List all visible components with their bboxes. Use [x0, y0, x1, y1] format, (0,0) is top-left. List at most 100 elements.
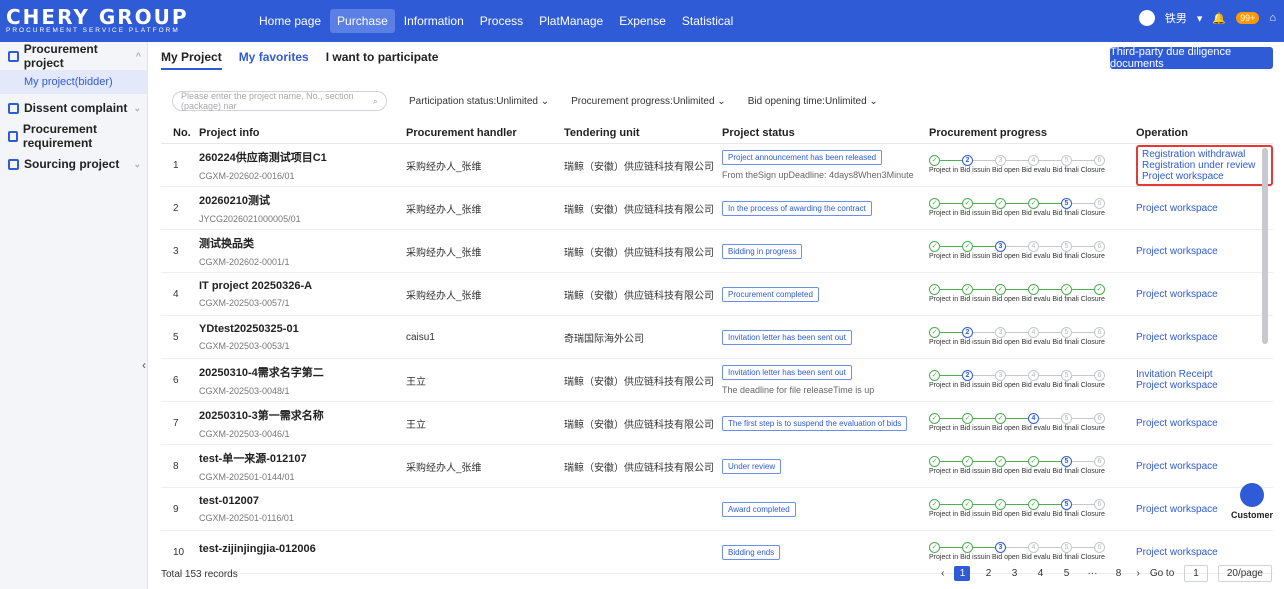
nav-process[interactable]: Process	[473, 9, 530, 33]
sidebar-item-label: Procurement requirement	[22, 122, 97, 150]
status-badge: Procurement completed	[722, 286, 819, 302]
table-row: 4 IT project 20250326-A CGXM-202503-0057/1…	[161, 273, 1273, 316]
project-name[interactable]: test-012007	[199, 495, 406, 507]
page-3[interactable]: 3	[1006, 568, 1022, 579]
bell-icon[interactable]: 🔔	[1212, 12, 1226, 25]
page-8[interactable]: 8	[1110, 568, 1126, 579]
search-input[interactable]: Please enter the project name, No., sect…	[172, 91, 387, 111]
check-icon: ✓	[995, 198, 1006, 210]
page-1[interactable]: 1	[954, 566, 971, 581]
progress-steps: ✓ ✓ ✓ ✓ 5 6	[929, 499, 1136, 511]
project-info: test-012007 CGXM-202501-0116/01	[199, 495, 406, 523]
page-ellipsis[interactable]: ···	[1084, 568, 1100, 579]
check-icon: ✓	[929, 370, 940, 382]
sidebar-item-procurement-project[interactable]: Procurement project ^	[0, 42, 147, 70]
progress-connector	[940, 547, 962, 549]
prev-page-icon[interactable]: ‹	[941, 568, 944, 579]
progress-connector	[1039, 160, 1061, 162]
operation-link[interactable]: Project workspace	[1136, 547, 1273, 558]
participation-filter[interactable]: Participation status:Unlimited ⌄	[409, 96, 549, 107]
avatar[interactable]	[1138, 10, 1155, 26]
due-diligence-button[interactable]: Third-party due diligence documents	[1110, 46, 1273, 70]
filter-bar: Please enter the project name, No., sect…	[172, 91, 878, 111]
sidebar-item-procurement-requirement[interactable]: Procurement requirement	[0, 122, 147, 150]
progress-step: 4	[1028, 542, 1039, 554]
operation-link[interactable]: Project workspace	[1136, 380, 1273, 391]
nav-purchase[interactable]: Purchase	[330, 9, 395, 33]
sidebar-item-my-project[interactable]: My project(bidder)	[0, 70, 147, 94]
progress-connector	[940, 332, 962, 334]
tab-my-project[interactable]: My Project	[161, 50, 222, 70]
operation-link[interactable]: Project workspace	[1136, 418, 1273, 429]
progress-connector	[1039, 547, 1061, 549]
goto-input[interactable]: 1	[1184, 565, 1208, 582]
project-name[interactable]: 20260210测试	[199, 192, 406, 208]
project-name[interactable]: 20250310-4需求名字第二	[199, 364, 406, 380]
operation-link[interactable]: Project workspace	[1142, 171, 1267, 182]
operation-link[interactable]: Project workspace	[1136, 203, 1273, 214]
project-name[interactable]: 20250310-3第一需求名称	[199, 407, 406, 423]
opening-filter[interactable]: Bid opening time:Unlimited ⌄	[748, 96, 878, 107]
operation-link[interactable]: Project workspace	[1136, 332, 1273, 343]
robot-icon	[1240, 483, 1264, 507]
project-name[interactable]: YDtest20250325-01	[199, 323, 406, 335]
customer-service-button[interactable]: Customer	[1231, 483, 1273, 520]
page-size-select[interactable]: 20/page	[1217, 565, 1272, 582]
tab-participate[interactable]: I want to participate	[326, 50, 439, 70]
project-code: CGXM-202503-0046/1	[199, 429, 290, 439]
procurement-progress: ✓ ✓ ✓ ✓ ✓ ✓ Project in Bid issuin Bid open Bid…	[929, 284, 1136, 304]
project-name[interactable]: test-单一来源-012107	[199, 450, 406, 466]
tab-my-favorites[interactable]: My favorites	[239, 50, 309, 70]
row-number: 2	[173, 202, 179, 214]
home-icon[interactable]: ⌂	[1269, 12, 1276, 24]
table-scrollbar[interactable]	[1262, 148, 1268, 344]
progress-connector	[940, 203, 962, 205]
progress-connector	[940, 418, 962, 420]
operation-link[interactable]: Registration under review	[1142, 160, 1267, 171]
tendering-unit: 瑞鲸（安徽）供应链科技有限公司	[564, 376, 714, 388]
next-page-icon[interactable]: ›	[1136, 568, 1139, 579]
sidebar-item-label: Sourcing project	[24, 157, 120, 171]
project-name[interactable]: 260224供应商测试项目C1	[199, 149, 406, 165]
check-icon: ✓	[929, 155, 940, 167]
nav-statistical[interactable]: Statistical	[675, 9, 740, 33]
project-name[interactable]: IT project 20250326-A	[199, 280, 406, 292]
sidebar-item-dissent-complaint[interactable]: Dissent complaint ⌄	[0, 94, 147, 122]
operation-link[interactable]: Project workspace	[1136, 246, 1273, 257]
page-4[interactable]: 4	[1032, 568, 1048, 579]
operation-links: Project workspace	[1136, 547, 1273, 558]
nav-information[interactable]: Information	[397, 9, 471, 33]
procurement-progress: ✓ 2 3 4 5 6 Project in Bid issuin Bid open Bid…	[929, 155, 1136, 175]
operation-links: Project workspace	[1136, 289, 1273, 300]
operation-link[interactable]: Registration withdrawal	[1142, 149, 1267, 160]
progress-step: 6	[1094, 327, 1105, 339]
progress-labels: Project in Bid issuin Bid open Bid evalu…	[929, 338, 1105, 346]
operation-links: Project workspace	[1136, 246, 1273, 257]
nav-home[interactable]: Home page	[252, 9, 328, 33]
progress-step: 3	[995, 327, 1006, 339]
progress-connector	[973, 332, 995, 334]
header-no: No.	[173, 126, 191, 139]
progress-steps: ✓ ✓ ✓ 4 5 6	[929, 413, 1136, 425]
header-operation: Operation	[1136, 126, 1188, 139]
user-name[interactable]: 铁男	[1165, 10, 1187, 26]
progress-filter[interactable]: Procurement progress:Unlimited ⌄	[571, 96, 726, 107]
operation-link[interactable]: Invitation Receipt	[1136, 369, 1273, 380]
page-2[interactable]: 2	[980, 568, 996, 579]
operation-link[interactable]: Project workspace	[1136, 289, 1273, 300]
check-icon: ✓	[1028, 456, 1039, 468]
sidebar-item-sourcing-project[interactable]: Sourcing project ⌄	[0, 150, 147, 178]
project-name[interactable]: test-zijinjingjia-012006	[199, 543, 406, 555]
collapse-sidebar-icon[interactable]: ‹	[142, 358, 146, 372]
project-name[interactable]: 测试换品类	[199, 235, 406, 251]
nav-platmanage[interactable]: PlatManage	[532, 9, 610, 33]
nav-expense[interactable]: Expense	[612, 9, 673, 33]
check-icon: ✓	[929, 327, 940, 339]
operation-link[interactable]: Project workspace	[1136, 461, 1273, 472]
brand-logo[interactable]: CHERY GROUP PROCUREMENT SERVICE PLATFORM	[0, 7, 250, 35]
search-icon[interactable]: ⌕	[373, 96, 378, 107]
page-5[interactable]: 5	[1058, 568, 1074, 579]
procurement-handler: 采购经办人_张维	[406, 290, 482, 302]
status-note: The deadline for file releaseTime is up	[722, 385, 875, 395]
chevron-down-icon[interactable]: ▾	[1197, 12, 1203, 25]
